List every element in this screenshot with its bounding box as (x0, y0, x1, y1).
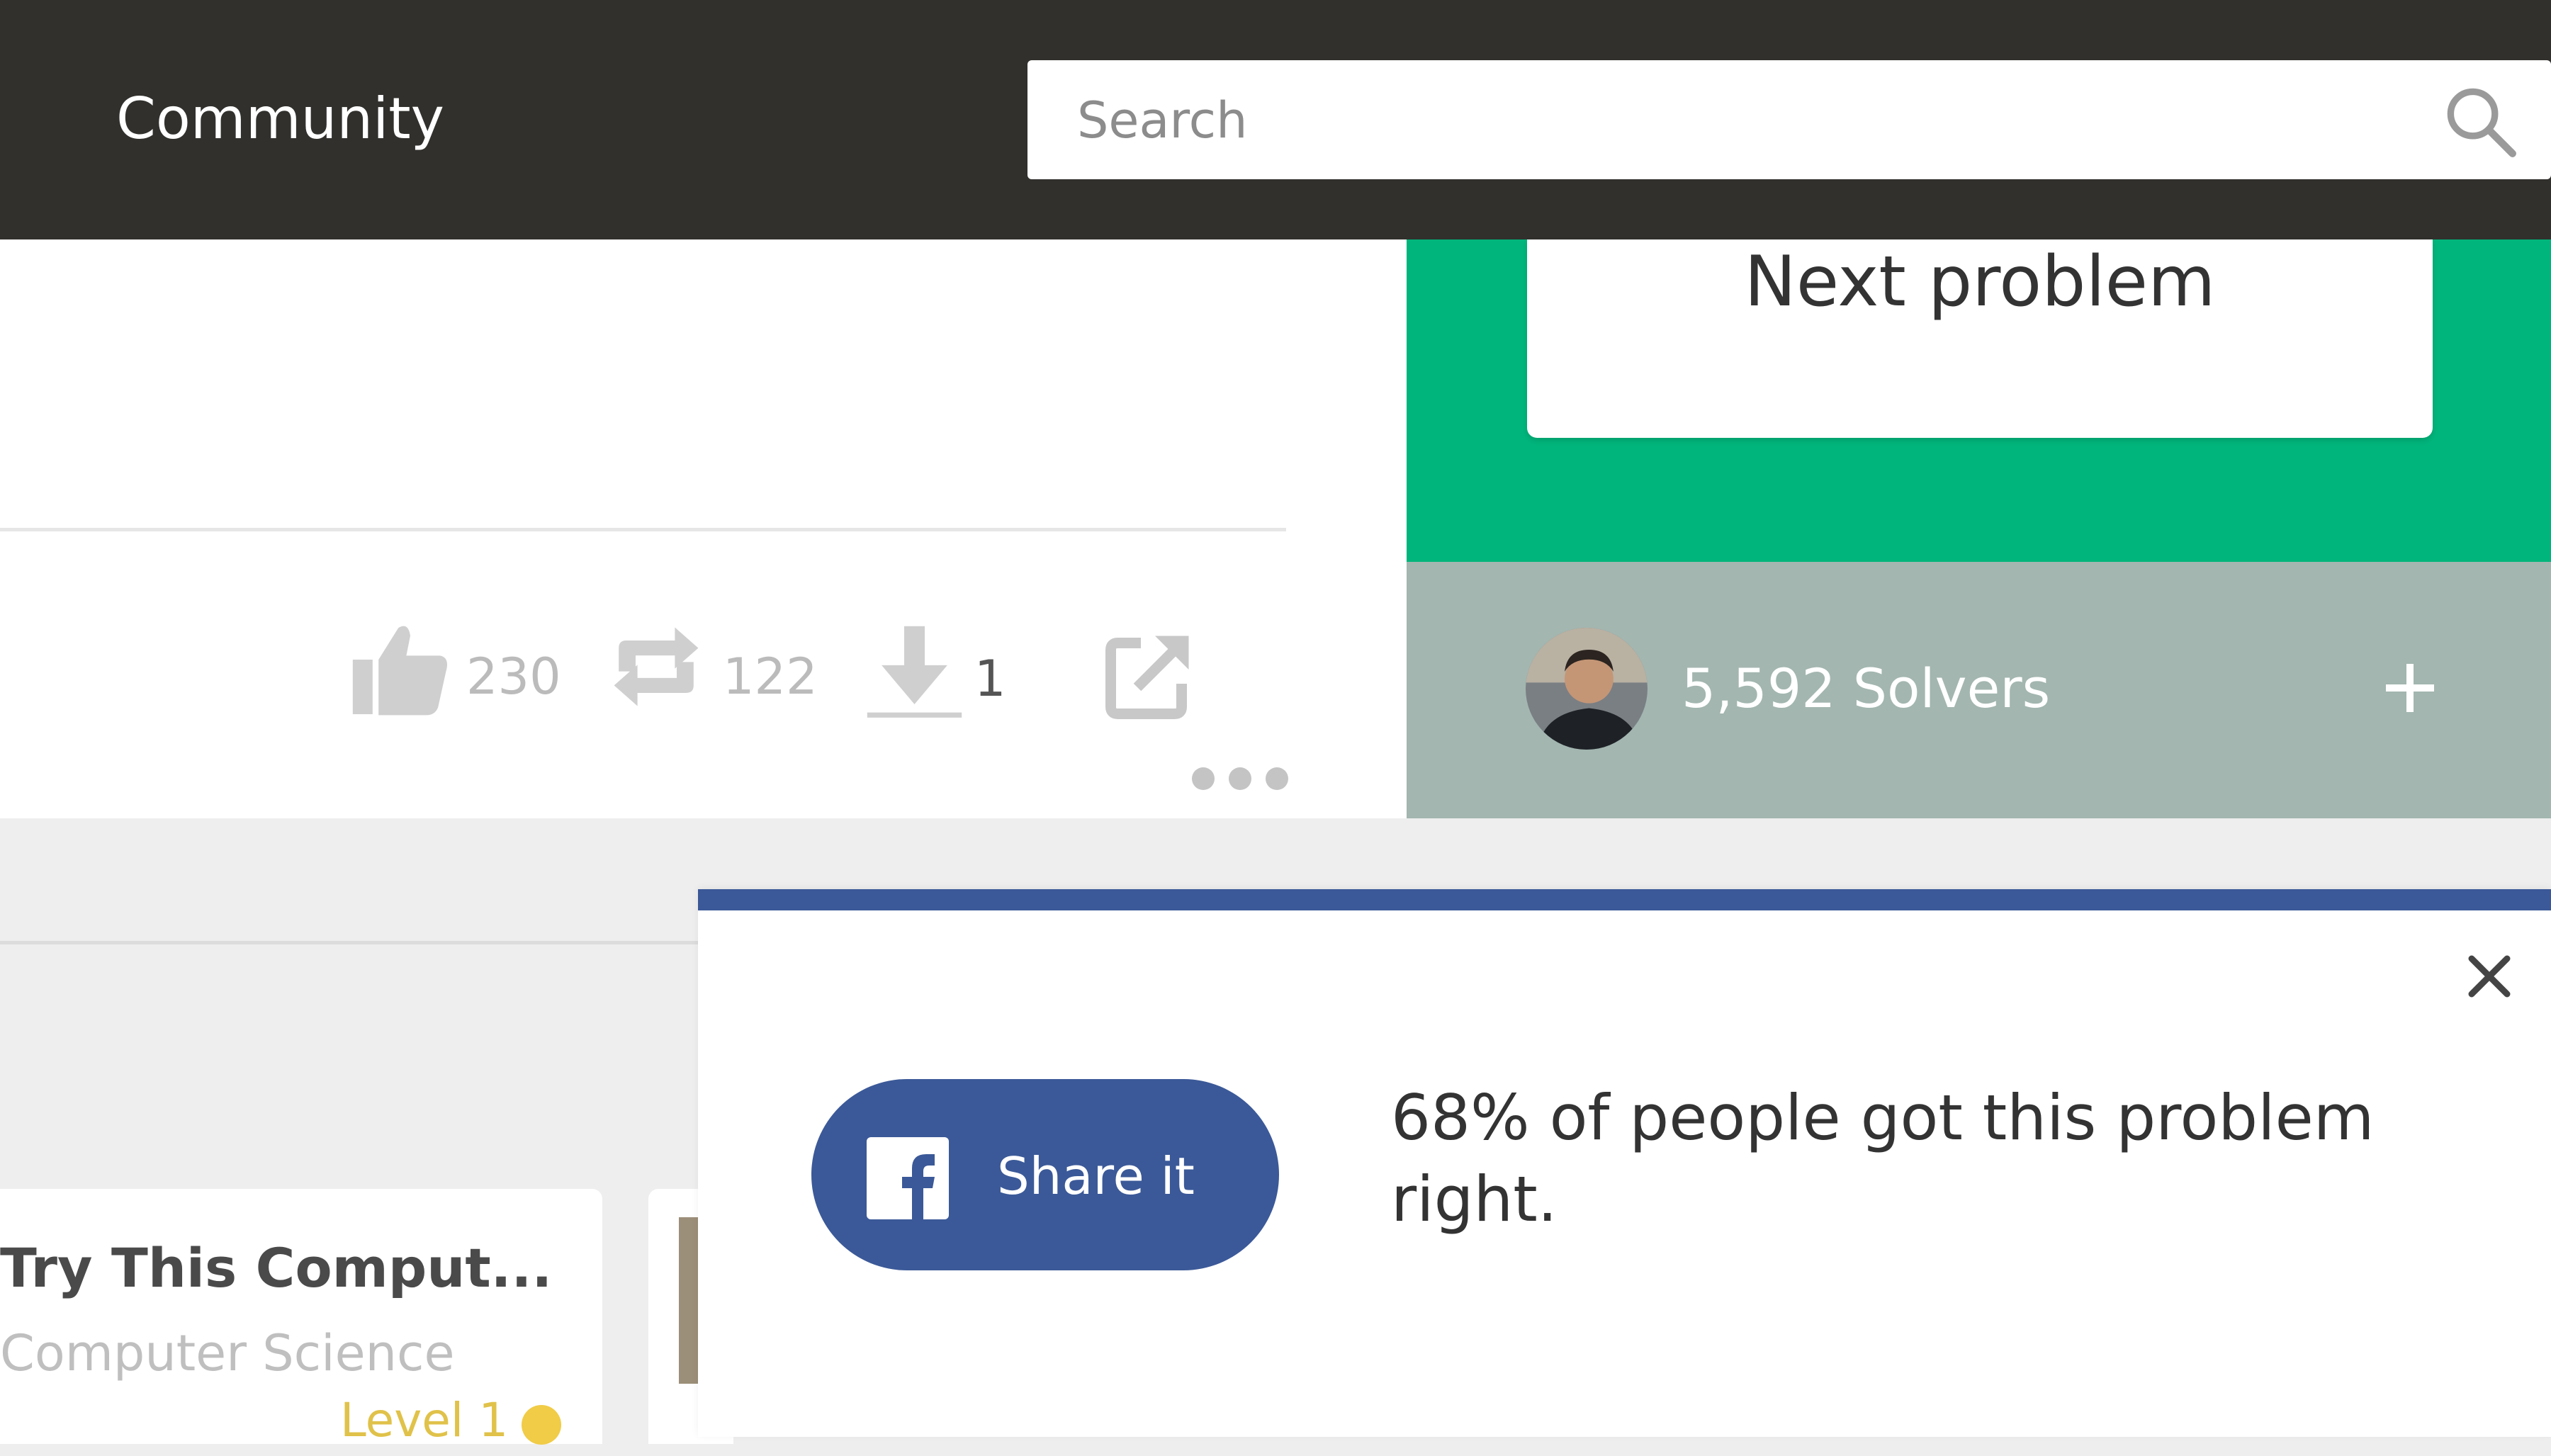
search-box[interactable] (1027, 60, 2551, 179)
suggested-problem-card[interactable] (0, 1189, 602, 1444)
share-button-label: Share it (997, 1146, 1195, 1206)
close-icon[interactable] (2466, 953, 2513, 1000)
divider (0, 528, 1286, 531)
like-count: 230 (466, 648, 561, 706)
download-icon[interactable] (863, 622, 966, 725)
section-divider (0, 941, 698, 944)
page-title[interactable]: Community (116, 77, 444, 162)
level-indicator-dot (522, 1405, 561, 1445)
reshare-icon[interactable] (609, 620, 703, 713)
suggested-problem-title[interactable]: Try This Comput... (0, 1229, 552, 1307)
solvers-count: 5,592 Solvers (1682, 657, 2051, 720)
solvers-panel[interactable]: 5,592 Solvers (1407, 562, 2551, 818)
reshare-count: 122 (723, 648, 818, 706)
search-input[interactable] (1076, 81, 2354, 159)
suggested-problem-subject: Computer Science (0, 1324, 455, 1382)
more-options-icon[interactable] (1190, 765, 1290, 792)
next-problem-label: Next problem (1744, 242, 2216, 322)
plus-icon[interactable] (2383, 661, 2437, 715)
next-problem-button[interactable]: Next problem (1527, 239, 2433, 438)
modal-accent-bar (698, 889, 2551, 910)
search-icon[interactable] (2443, 84, 2517, 158)
download-count: 1 (974, 650, 1006, 708)
facebook-icon (867, 1137, 949, 1219)
external-link-icon[interactable] (1105, 631, 1194, 719)
success-rate-message: 68% of people got this problem right. (1391, 1081, 2375, 1236)
suggested-problem-level: Level 1 (340, 1393, 509, 1447)
facebook-share-button[interactable]: Share it (811, 1079, 1279, 1270)
share-modal: Share it 68% of people got this problem … (698, 889, 2551, 1437)
thumbs-up-icon[interactable] (351, 620, 450, 719)
avatar (1526, 628, 1648, 750)
